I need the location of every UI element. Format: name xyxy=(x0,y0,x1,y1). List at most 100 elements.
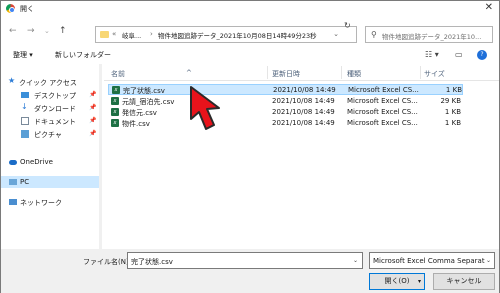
file-row[interactable]: x 完了状態.csv 2021/10/08 14:49 Microsoft Ex… xyxy=(108,84,463,95)
desktop-icon xyxy=(21,92,29,98)
organize-button[interactable]: 整理 ▾ xyxy=(13,50,33,60)
sort-ascending-icon: ^ xyxy=(186,69,192,77)
column-size[interactable]: サイズ xyxy=(424,69,445,79)
sidebar-item-documents[interactable]: ドキュメント 📌 xyxy=(1,115,99,127)
open-options-icon[interactable]: ▾ xyxy=(418,274,421,289)
sidebar-label: ピクチャ xyxy=(34,131,62,139)
excel-csv-icon: x xyxy=(111,108,119,116)
file-date: 2021/10/08 14:49 xyxy=(272,108,335,116)
column-name[interactable]: 名前 xyxy=(111,69,125,79)
sidebar-scrollbar[interactable] xyxy=(99,64,102,249)
sidebar-item-quick-access[interactable]: ★ クイック アクセス xyxy=(1,76,99,88)
new-folder-button[interactable]: 新しいフォルダー xyxy=(55,50,111,60)
file-name: 完了状態.csv xyxy=(123,87,165,95)
file-size: 1 KB xyxy=(444,119,461,127)
help-icon[interactable]: ? xyxy=(477,50,487,60)
address-bar[interactable]: « 岐阜... › 物件地図追跡データ_2021年10月08日14時49分23秒… xyxy=(95,26,357,43)
sidebar-item-onedrive[interactable]: OneDrive xyxy=(1,156,99,168)
document-icon xyxy=(21,117,29,125)
chevron-down-icon: ⌄ xyxy=(485,257,491,264)
recent-locations-icon[interactable]: ⌄ xyxy=(44,26,50,36)
file-date: 2021/10/08 14:49 xyxy=(272,119,335,127)
file-list: ^ 名前 更新日時 種類 サイズ x 完了状態.csv 2021/10/08 1… xyxy=(104,64,499,249)
file-type: Microsoft Excel CS... xyxy=(348,86,419,94)
address-dropdown-icon[interactable]: ⌄ xyxy=(333,30,339,38)
star-icon: ★ xyxy=(8,76,16,85)
file-type: Microsoft Excel CS... xyxy=(347,97,418,105)
network-icon xyxy=(9,199,17,205)
sidebar-label: PC xyxy=(20,178,30,186)
close-icon[interactable]: ✕ xyxy=(485,3,493,13)
file-row[interactable]: x 元請_宿泊先.csv 2021/10/08 14:49 Microsoft … xyxy=(108,96,463,107)
filename-input[interactable]: 完了状態.csv ⌄ xyxy=(127,252,363,269)
file-size: 1 KB xyxy=(444,108,461,116)
file-name: 物件.csv xyxy=(122,120,150,128)
file-size: 29 KB xyxy=(440,97,461,105)
view-options-icon[interactable]: ☷ ▾ xyxy=(425,50,439,59)
chrome-icon xyxy=(6,4,15,13)
forward-icon[interactable]: → xyxy=(27,26,35,36)
sidebar-item-pictures[interactable]: ピクチャ 📌 xyxy=(1,128,99,140)
pc-icon xyxy=(9,179,17,185)
excel-csv-icon: x xyxy=(111,97,119,105)
search-icon: ⚲ xyxy=(371,30,377,39)
dialog-title: 開く xyxy=(20,5,34,13)
open-button-label: 開く(O) xyxy=(384,277,410,285)
sidebar-item-downloads[interactable]: ↓ ダウンロード 📌 xyxy=(1,102,99,114)
cancel-button[interactable]: キャンセル xyxy=(433,273,495,290)
column-header-row: ^ 名前 更新日時 種類 サイズ xyxy=(104,64,499,81)
sidebar-label: ドキュメント xyxy=(34,118,76,126)
open-file-dialog: 開く ✕ ← → ⌄ ↑ « 岐阜... › 物件地図追跡データ_2021年10… xyxy=(0,0,500,293)
pin-icon: 📌 xyxy=(89,104,97,111)
breadcrumb-parent[interactable]: 岐阜... xyxy=(122,30,141,40)
file-name: 元請_宿泊先.csv xyxy=(122,98,175,106)
filetype-select[interactable]: Microsoft Excel Comma Separated ⌄ xyxy=(369,252,495,269)
command-bar: 整理 ▾ 新しいフォルダー ☷ ▾ ▭ ? xyxy=(1,46,499,64)
excel-csv-icon: x xyxy=(112,86,120,94)
open-button[interactable]: 開く(O) ▾ xyxy=(369,273,425,290)
refresh-icon[interactable]: ↻ xyxy=(344,21,351,30)
file-size: 1 KB xyxy=(445,86,462,94)
cloud-icon xyxy=(9,160,17,165)
sidebar-label: ダウンロード xyxy=(34,105,76,113)
preview-pane-icon[interactable]: ▭ xyxy=(455,50,463,59)
sidebar-item-desktop[interactable]: デスクトップ 📌 xyxy=(1,89,99,101)
folder-icon xyxy=(100,31,109,38)
pin-icon: 📌 xyxy=(89,117,97,124)
cursor-arrow-icon xyxy=(190,86,220,130)
file-row[interactable]: x 物件.csv 2021/10/08 14:49 Microsoft Exce… xyxy=(108,118,463,129)
sidebar-label: クイック アクセス xyxy=(19,79,77,87)
dialog-footer: ファイル名(N): 完了状態.csv ⌄ Microsoft Excel Com… xyxy=(1,249,499,293)
sidebar-label: OneDrive xyxy=(20,158,53,166)
back-icon[interactable]: ← xyxy=(9,26,17,36)
filename-history-dropdown-icon[interactable]: ⌄ xyxy=(353,257,358,264)
navigation-pane: ★ クイック アクセス デスクトップ 📌 ↓ ダウンロード 📌 ドキュメント 📌… xyxy=(1,64,102,249)
sidebar-item-network[interactable]: ネットワーク xyxy=(1,196,99,208)
sidebar-label: ネットワーク xyxy=(20,199,62,207)
search-box[interactable]: ⚲ 物件地図追跡データ_2021年10... xyxy=(365,26,493,43)
column-modified[interactable]: 更新日時 xyxy=(272,69,300,79)
pin-icon: 📌 xyxy=(89,130,97,137)
file-row[interactable]: x 発信元.csv 2021/10/08 14:49 Microsoft Exc… xyxy=(108,107,463,118)
filename-value: 完了状態.csv xyxy=(131,258,173,266)
file-type: Microsoft Excel CS... xyxy=(347,119,418,127)
title-bar: 開く ✕ xyxy=(1,1,499,16)
file-name: 発信元.csv xyxy=(122,109,157,117)
file-type: Microsoft Excel CS... xyxy=(347,108,418,116)
breadcrumb-overflow[interactable]: « xyxy=(112,30,116,38)
filename-label: ファイル名(N): xyxy=(83,258,132,266)
up-folder-icon[interactable]: ↑ xyxy=(59,26,67,36)
file-date: 2021/10/08 14:49 xyxy=(272,97,335,105)
pin-icon: 📌 xyxy=(89,91,97,98)
breadcrumb-current[interactable]: 物件地図追跡データ_2021年10月08日14時49分23秒 xyxy=(158,30,338,40)
search-placeholder: 物件地図追跡データ_2021年10... xyxy=(382,33,482,41)
file-date: 2021/10/08 14:49 xyxy=(273,86,336,94)
navigation-bar: ← → ⌄ ↑ « 岐阜... › 物件地図追跡データ_2021年10月08日1… xyxy=(1,18,499,46)
column-type[interactable]: 種類 xyxy=(347,69,361,79)
filetype-value: Microsoft Excel Comma Separated xyxy=(373,257,485,265)
picture-icon xyxy=(21,130,29,138)
sidebar-item-pc[interactable]: PC xyxy=(1,176,99,188)
sidebar-label: デスクトップ xyxy=(34,92,76,100)
download-icon: ↓ xyxy=(21,102,28,111)
excel-csv-icon: x xyxy=(111,119,119,127)
